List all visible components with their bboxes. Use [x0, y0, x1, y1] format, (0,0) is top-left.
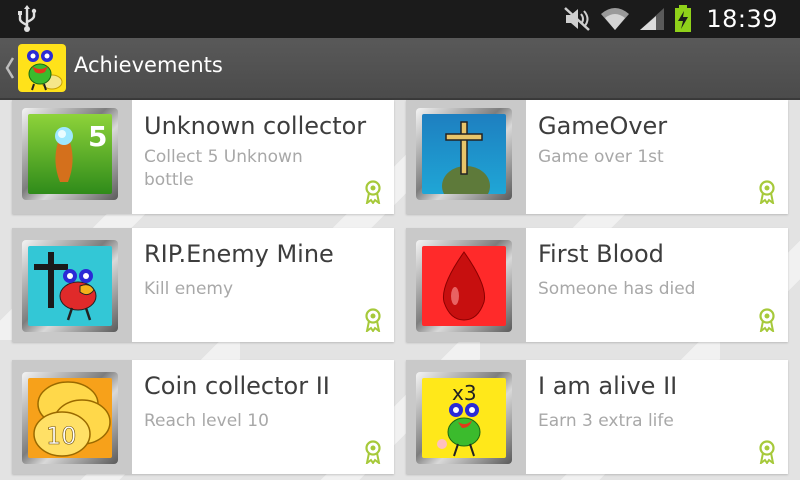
signal-icon	[640, 8, 665, 30]
award-ribbon-icon	[365, 180, 381, 204]
achievement-badge: 10	[46, 422, 77, 450]
achievement-list: 5 Unknown collector Collect 5 Unknown bo…	[0, 100, 800, 480]
usb-icon	[18, 5, 37, 32]
achievement-badge: 5	[88, 120, 107, 153]
coins-icon: 10	[28, 378, 112, 458]
achievement-card[interactable]: 10 Coin collector II Reach level 10	[12, 360, 394, 474]
achievement-card[interactable]: x3 I am alive II Earn 3 extra life	[406, 360, 788, 474]
page-title: Achievements	[74, 53, 223, 77]
achievement-thumb	[416, 240, 512, 332]
achievement-title: Coin collector II	[144, 372, 330, 400]
achievement-description: Kill enemy	[144, 279, 234, 299]
status-bar: 18:39	[0, 0, 800, 38]
achievement-title: GameOver	[538, 112, 668, 140]
wifi-icon	[601, 8, 630, 30]
blood-drop-icon	[422, 246, 506, 326]
up-caret-icon[interactable]	[5, 56, 15, 80]
achievement-card[interactable]: First Blood Someone has died	[406, 228, 788, 342]
achievement-title: First Blood	[538, 240, 664, 268]
bottle-icon: 5	[28, 114, 112, 194]
frog-icon: x3	[422, 378, 506, 458]
achievement-thumb	[416, 108, 512, 200]
achievement-description: Collect 5 Unknown bottle	[144, 147, 303, 190]
mute-icon	[564, 7, 591, 31]
achievement-title: RIP.Enemy Mine	[144, 240, 334, 268]
achievement-thumb: x3	[416, 372, 512, 464]
achievement-card[interactable]: RIP.Enemy Mine Kill enemy	[12, 228, 394, 342]
action-bar: Achievements	[0, 38, 800, 100]
award-ribbon-icon	[759, 180, 775, 204]
grave-cross-icon	[422, 114, 506, 194]
achievement-badge: x3	[452, 381, 477, 405]
achievement-thumb: 10	[22, 372, 118, 464]
award-ribbon-icon	[365, 308, 381, 332]
award-ribbon-icon	[365, 440, 381, 464]
app-icon[interactable]	[18, 44, 66, 92]
achievement-card[interactable]: GameOver Game over 1st	[406, 100, 788, 214]
achievement-description: Earn 3 extra life	[538, 411, 674, 431]
award-ribbon-icon	[759, 308, 775, 332]
status-time: 18:39	[706, 5, 778, 33]
achievement-description: Reach level 10	[144, 411, 269, 431]
achievement-card[interactable]: 5 Unknown collector Collect 5 Unknown bo…	[12, 100, 394, 214]
achievement-title: I am alive II	[538, 372, 678, 400]
achievement-description: Someone has died	[538, 279, 696, 299]
award-ribbon-icon	[759, 440, 775, 464]
achievement-title: Unknown collector	[144, 112, 367, 140]
enemy-cross-icon	[28, 246, 112, 326]
achievement-thumb	[22, 240, 118, 332]
battery-charging-icon	[675, 5, 692, 32]
achievement-description: Game over 1st	[538, 147, 664, 167]
achievement-thumb: 5	[22, 108, 118, 200]
